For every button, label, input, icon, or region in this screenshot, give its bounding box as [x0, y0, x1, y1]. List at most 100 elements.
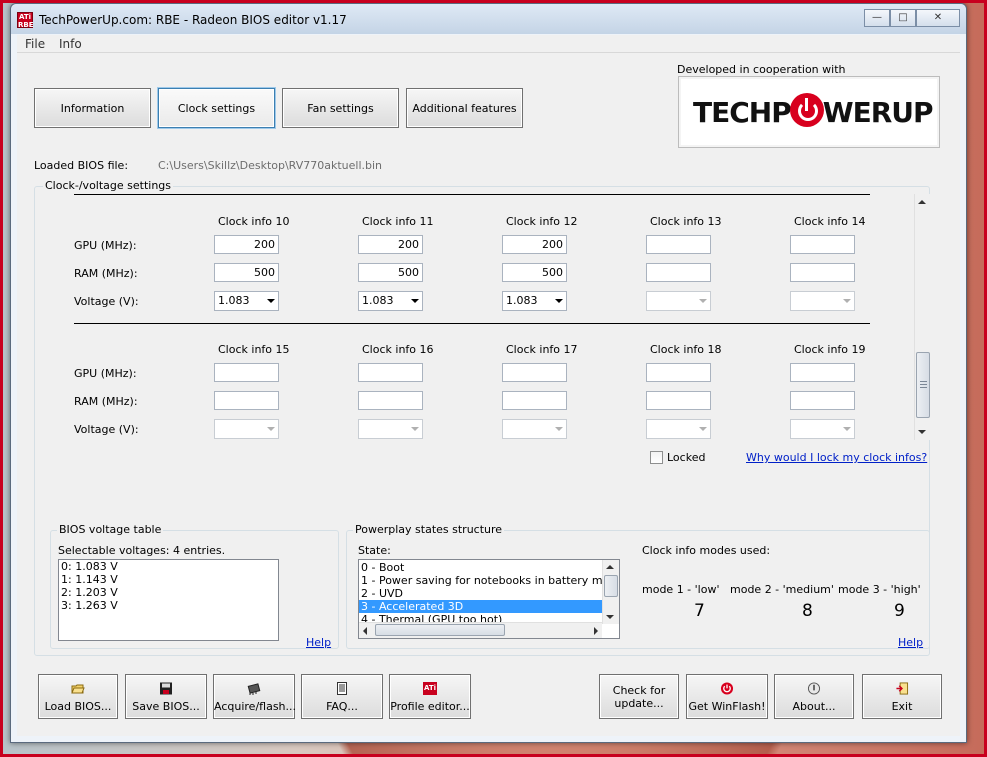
save-bios-label: Save BIOS...: [132, 700, 200, 713]
gpu-clock-19-input[interactable]: [790, 363, 855, 382]
info-globe-icon: [807, 682, 821, 695]
scroll-up-icon[interactable]: [918, 200, 926, 204]
minimize-button[interactable]: —: [864, 9, 890, 27]
scrollbar-thumb[interactable]: [604, 575, 618, 597]
state-label: State:: [358, 544, 391, 557]
rbe-window: ATi RBE TechPowerUp.com: RBE - Radeon BIO…: [10, 3, 967, 743]
ram-clock-12-input[interactable]: 500: [502, 263, 567, 282]
voltage-13-select[interactable]: [646, 291, 711, 311]
list-item[interactable]: 2 - UVD: [359, 587, 602, 600]
powerplay-help-link[interactable]: Help: [898, 636, 923, 649]
separator-middle: [74, 323, 870, 324]
close-button[interactable]: ✕: [916, 9, 960, 27]
gpu-clock-13-input[interactable]: [646, 235, 711, 254]
voltage-18-select[interactable]: [646, 419, 711, 439]
ram-clock-11-input[interactable]: 500: [358, 263, 423, 282]
menu-file[interactable]: File: [25, 37, 45, 51]
get-winflash-button[interactable]: Get WinFlash!: [686, 674, 768, 719]
tab-fan-settings[interactable]: Fan settings: [282, 88, 399, 128]
check-update-button[interactable]: Check for update...: [599, 674, 679, 719]
scroll-down-icon[interactable]: [918, 430, 926, 434]
gpu-clock-15-input[interactable]: [214, 363, 279, 382]
scroll-down-icon[interactable]: [606, 615, 614, 619]
power-icon: [789, 93, 824, 127]
gpu-clock-10-input[interactable]: 200: [214, 235, 279, 254]
scrollbar-thumb[interactable]: [375, 624, 505, 636]
ram-clock-15-input[interactable]: [214, 391, 279, 410]
list-item[interactable]: 1 - Power saving for notebooks in batter…: [359, 574, 619, 587]
ram-clock-19-input[interactable]: [790, 391, 855, 410]
title-bar[interactable]: ATi RBE TechPowerUp.com: RBE - Radeon BIO…: [11, 4, 966, 34]
techpowerup-logo[interactable]: TECHP WERUP: [678, 76, 940, 148]
voltage-list[interactable]: 0: 1.083 V 1: 1.143 V 2: 1.203 V 3: 1.26…: [58, 559, 279, 641]
why-lock-link[interactable]: Why would I lock my clock infos?: [746, 451, 927, 464]
list-item[interactable]: 0 - Boot: [359, 561, 602, 574]
voltage-12-select[interactable]: 1.083: [502, 291, 567, 311]
dropdown-arrow-icon: [555, 427, 563, 431]
header-clock-info-13: Clock info 13: [650, 215, 722, 228]
save-bios-button[interactable]: Save BIOS...: [125, 674, 207, 719]
list-item[interactable]: 3: 1.263 V: [59, 599, 278, 612]
list-item[interactable]: 1: 1.143 V: [59, 573, 278, 586]
voltage-12-value: 1.083: [506, 294, 538, 307]
clock-list-scrollbar[interactable]: [914, 194, 931, 440]
list-item-selected[interactable]: 3 - Accelerated 3D: [359, 600, 602, 613]
faq-button[interactable]: FAQ...: [301, 674, 383, 719]
powerplay-state-list[interactable]: 0 - Boot 1 - Power saving for notebooks …: [358, 559, 620, 639]
gpu-clock-17-input[interactable]: [502, 363, 567, 382]
gpu-clock-14-input[interactable]: [790, 235, 855, 254]
voltage-15-select[interactable]: [214, 419, 279, 439]
gpu-clock-11-input[interactable]: 200: [358, 235, 423, 254]
list-item[interactable]: 2: 1.203 V: [59, 586, 278, 599]
ati-rbe-icon: ATi RBE: [17, 12, 34, 29]
header-clock-info-16: Clock info 16: [362, 343, 434, 356]
voltage-help-link[interactable]: Help: [306, 636, 331, 649]
menu-bar: File Info: [17, 35, 960, 53]
voltage-17-select[interactable]: [502, 419, 567, 439]
voltage-19-select[interactable]: [790, 419, 855, 439]
exit-button[interactable]: Exit: [862, 674, 942, 719]
maximize-button[interactable]: □: [890, 9, 916, 27]
menu-info[interactable]: Info: [59, 37, 82, 51]
tab-information[interactable]: Information: [34, 88, 151, 128]
ram-clock-18-input[interactable]: [646, 391, 711, 410]
ram-clock-14-input[interactable]: [790, 263, 855, 282]
state-list-hscroll[interactable]: [359, 622, 602, 638]
about-button[interactable]: About...: [774, 674, 854, 719]
acquire-flash-button[interactable]: Acquire/flash...: [213, 674, 296, 719]
tab-additional-features[interactable]: Additional features: [406, 88, 523, 128]
voltage-11-select[interactable]: 1.083: [358, 291, 423, 311]
scroll-left-icon[interactable]: [363, 627, 367, 635]
state-items: 0 - Boot 1 - Power saving for notebooks …: [359, 561, 619, 626]
logo-text-part2: WERUP: [822, 96, 934, 129]
voltage-16-select[interactable]: [358, 419, 423, 439]
exit-door-icon: [896, 682, 909, 695]
scroll-right-icon[interactable]: [594, 627, 598, 635]
gpu-clock-16-input[interactable]: [358, 363, 423, 382]
ram-clock-10-input[interactable]: 500: [214, 263, 279, 282]
tab-clock-settings[interactable]: Clock settings: [158, 88, 275, 128]
gpu-clock-12-input[interactable]: 200: [502, 235, 567, 254]
header-clock-info-17: Clock info 17: [506, 343, 578, 356]
list-item[interactable]: 0: 1.083 V: [59, 560, 278, 573]
voltage-10-select[interactable]: 1.083: [214, 291, 279, 311]
voltage-14-select[interactable]: [790, 291, 855, 311]
clock-voltage-group-title: Clock-/voltage settings: [43, 179, 174, 192]
bios-file-label: Loaded BIOS file:: [34, 159, 129, 172]
locked-checkbox[interactable]: [650, 451, 663, 464]
scrollbar-thumb[interactable]: [916, 352, 930, 418]
grip-line: [920, 381, 927, 382]
dropdown-arrow-icon: [699, 427, 707, 431]
ram-clock-13-input[interactable]: [646, 263, 711, 282]
load-bios-button[interactable]: Load BIOS...: [38, 674, 118, 719]
state-list-vscroll[interactable]: [602, 560, 619, 624]
profile-editor-button[interactable]: ATi Profile editor...: [389, 674, 471, 719]
ram-clock-16-input[interactable]: [358, 391, 423, 410]
scroll-up-icon[interactable]: [606, 565, 614, 569]
main-client-area: Information Clock settings Fan settings …: [17, 53, 960, 736]
mode-2-label: mode 2 - 'medium': [730, 583, 834, 596]
ram-label: RAM (MHz):: [74, 267, 138, 280]
ram-clock-17-input[interactable]: [502, 391, 567, 410]
dropdown-arrow-icon: [843, 299, 851, 303]
gpu-clock-18-input[interactable]: [646, 363, 711, 382]
